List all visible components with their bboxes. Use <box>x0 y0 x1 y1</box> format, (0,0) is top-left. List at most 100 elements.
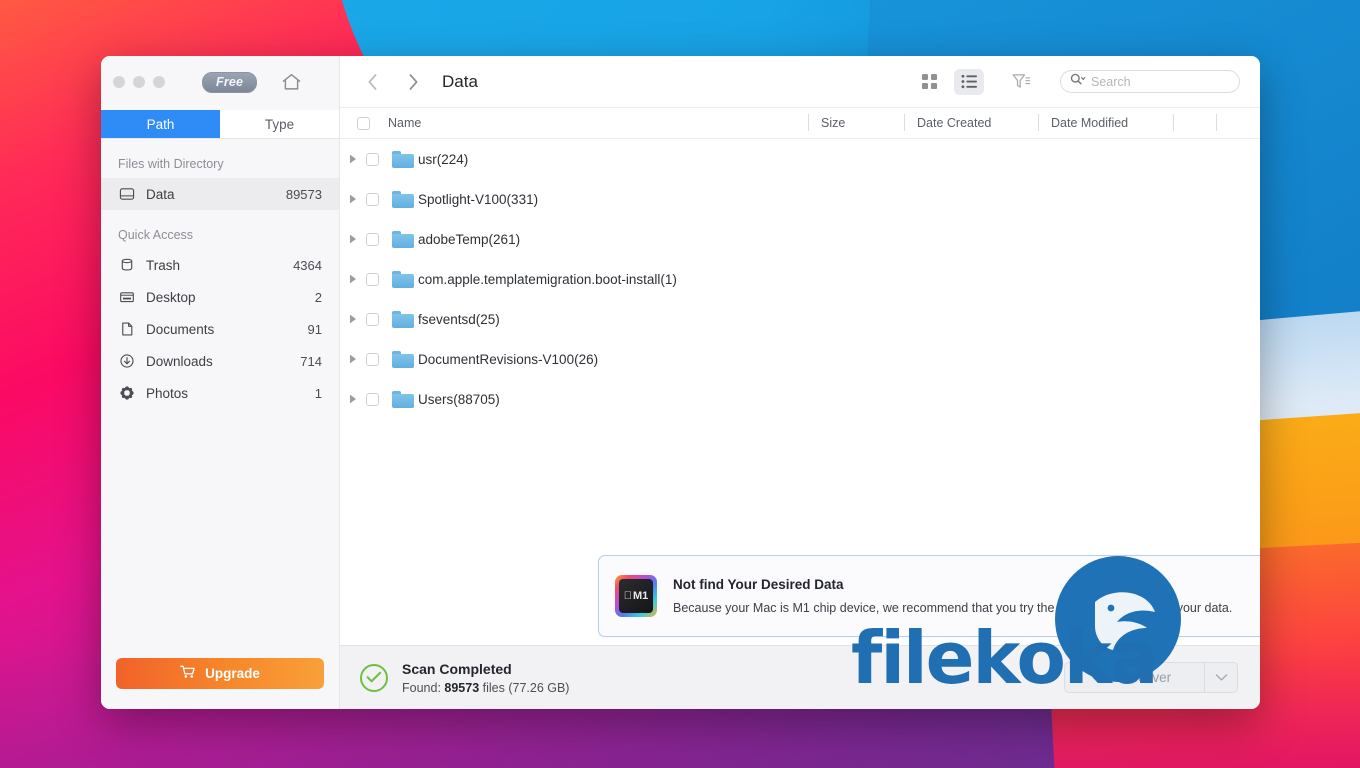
table-row[interactable]: Spotlight-V100(331) <box>340 179 1260 219</box>
status-found-line: Found: 89573 files (77.26 GB) <box>402 681 569 695</box>
table-row[interactable]: Users(88705) <box>340 379 1260 419</box>
photos-icon <box>118 385 135 402</box>
disk-drive-icon <box>118 186 135 203</box>
disclosure-triangle-icon[interactable] <box>340 314 358 324</box>
status-title: Scan Completed <box>402 660 512 677</box>
sidebar-item-label: Trash <box>146 257 181 273</box>
download-icon <box>118 353 135 370</box>
disclosure-triangle-icon[interactable] <box>340 354 358 364</box>
disclosure-triangle-icon[interactable] <box>340 194 358 204</box>
apple-m1-chip-icon:  M1 <box>615 575 657 617</box>
table-header-row: Name Size Date Created Date Modified <box>340 108 1260 139</box>
select-all-checkbox[interactable] <box>356 116 370 130</box>
disclosure-triangle-icon[interactable] <box>340 234 358 244</box>
row-checkbox[interactable] <box>365 192 379 206</box>
status-bar: Scan Completed Found: 89573 files (77.26… <box>340 645 1260 709</box>
column-header-extra-1[interactable] <box>1173 108 1216 138</box>
sidebar-item-count: 2 <box>314 289 322 305</box>
folder-icon <box>386 270 418 288</box>
row-checkbox-cell <box>358 192 386 206</box>
minimize-window-button[interactable] <box>133 76 145 88</box>
column-header-extra-2[interactable] <box>1216 108 1260 138</box>
m1-chip-label:  M1 <box>619 579 653 613</box>
tab-type[interactable]: Type <box>220 110 339 138</box>
sidebar-item-count: 1 <box>314 385 322 401</box>
disclosure-triangle-icon[interactable] <box>340 394 358 404</box>
row-checkbox[interactable] <box>365 312 379 326</box>
sidebar-item-label: Desktop <box>146 289 196 305</box>
folder-icon <box>386 190 418 208</box>
sidebar-item-count: 89573 <box>285 186 322 202</box>
folder-icon <box>386 350 418 368</box>
maximize-window-button[interactable] <box>153 76 165 88</box>
found-prefix: Found: <box>402 680 445 695</box>
row-checkbox-cell <box>358 232 386 246</box>
breadcrumb: Data <box>442 71 478 91</box>
sidebar-item-label: Photos <box>146 385 189 401</box>
row-checkbox[interactable] <box>365 232 379 246</box>
chevron-down-icon[interactable] <box>1204 662 1238 693</box>
column-header-date-created[interactable]: Date Created <box>904 108 1038 138</box>
search-magnifier-icon <box>1070 73 1086 91</box>
column-header-size[interactable]: Size <box>808 108 904 138</box>
toolbar: Data <box>340 56 1260 108</box>
sidebar-item-data[interactable]: Data 89573 <box>101 178 339 210</box>
sidebar: Free Path Type Files with Directory Data… <box>101 56 340 709</box>
sidebar-item-trash[interactable]: Trash 4364 <box>101 249 339 281</box>
apple-logo-icon:  <box>624 590 632 602</box>
forward-button[interactable] <box>398 67 428 97</box>
sidebar-item-count: 91 <box>307 321 322 337</box>
trash-icon <box>118 257 135 274</box>
upgrade-button[interactable]: Upgrade <box>116 658 324 689</box>
row-checkbox-cell <box>358 272 386 286</box>
grid-view-button[interactable] <box>914 69 944 95</box>
recover-button[interactable]: Recover <box>1064 662 1204 693</box>
sidebar-item-documents[interactable]: Documents 91 <box>101 313 339 345</box>
table-row[interactable]: com.apple.templatemigration.boot-install… <box>340 259 1260 299</box>
column-header-date-modified[interactable]: Date Modified <box>1038 108 1173 138</box>
close-window-button[interactable] <box>113 76 125 88</box>
search-box[interactable] <box>1060 70 1240 93</box>
row-checkbox[interactable] <box>365 272 379 286</box>
row-checkbox[interactable] <box>365 152 379 166</box>
row-checkbox[interactable] <box>365 352 379 366</box>
sidebar-item-downloads[interactable]: Downloads 714 <box>101 345 339 377</box>
document-icon <box>118 321 135 338</box>
upgrade-button-container: Upgrade <box>101 658 339 709</box>
column-header-name[interactable]: Name <box>386 108 808 138</box>
folder-icon <box>386 390 418 408</box>
table-row[interactable]: fseventsd(25) <box>340 299 1260 339</box>
row-checkbox[interactable] <box>365 392 379 406</box>
window-titlebar: Free <box>101 56 339 108</box>
tab-path[interactable]: Path <box>101 110 220 138</box>
filter-funnel-icon[interactable] <box>1006 69 1036 95</box>
sidebar-item-photos[interactable]: Photos 1 <box>101 377 339 409</box>
promo-banner:  M1 Not find Your Desired Data Because … <box>598 555 1260 637</box>
row-name: com.apple.templatemigration.boot-install… <box>418 271 677 287</box>
disclosure-triangle-icon[interactable] <box>340 274 358 284</box>
row-name: Spotlight-V100(331) <box>418 191 539 207</box>
row-name: adobeTemp(261) <box>418 231 521 247</box>
search-input[interactable] <box>1091 74 1230 89</box>
promo-text-block: Not find Your Desired Data Because your … <box>673 577 1260 615</box>
table-row[interactable]: usr(224) <box>340 139 1260 179</box>
select-all-checkbox-cell <box>340 108 386 138</box>
folder-icon <box>386 310 418 328</box>
promo-title: Not find Your Desired Data <box>673 577 844 592</box>
home-icon[interactable] <box>281 72 302 92</box>
sidebar-item-desktop[interactable]: Desktop 2 <box>101 281 339 313</box>
table-row[interactable]: DocumentRevisions-V100(26) <box>340 339 1260 379</box>
row-name: Users(88705) <box>418 391 500 407</box>
row-checkbox-cell <box>358 352 386 366</box>
traffic-lights <box>113 76 165 88</box>
back-button[interactable] <box>358 67 388 97</box>
table-row[interactable]: adobeTemp(261) <box>340 219 1260 259</box>
folder-icon <box>386 230 418 248</box>
sidebar-item-label: Downloads <box>146 353 213 369</box>
list-view-button[interactable] <box>954 68 984 95</box>
found-count: 89573 <box>444 680 480 695</box>
sidebar-item-label: Documents <box>146 321 215 337</box>
row-name: usr(224) <box>418 151 469 167</box>
sidebar-item-count: 714 <box>300 353 322 369</box>
disclosure-triangle-icon[interactable] <box>340 154 358 164</box>
